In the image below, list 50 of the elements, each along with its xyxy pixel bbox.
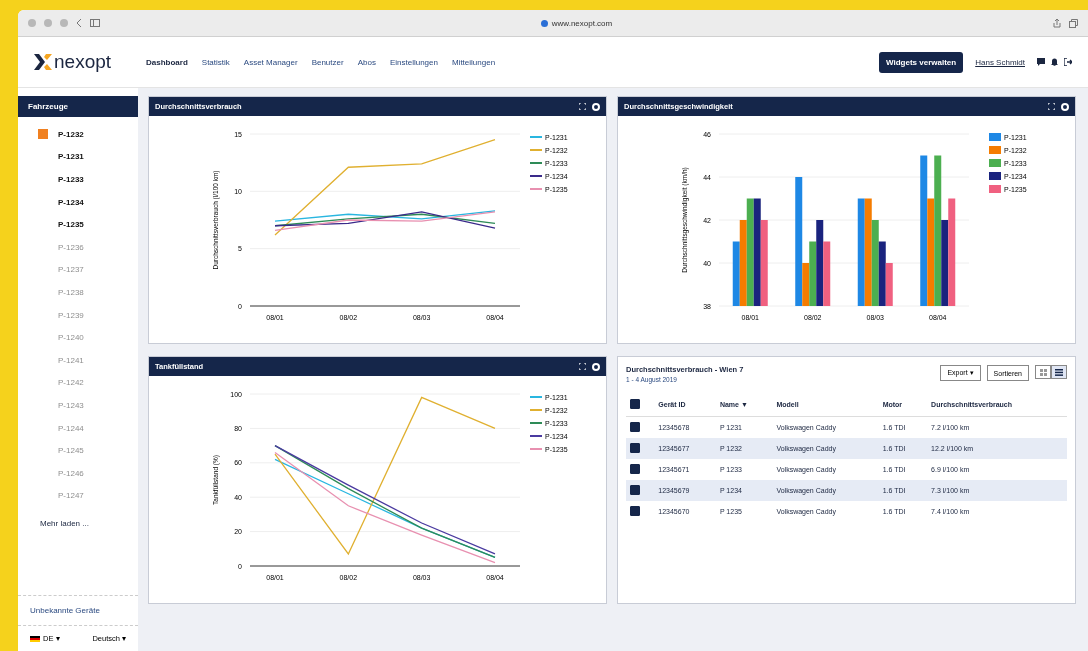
nav-link[interactable]: Statistik <box>201 57 230 67</box>
nav-link[interactable]: Mitteilungen <box>451 57 496 67</box>
tabs-icon[interactable] <box>1069 18 1078 28</box>
globe-icon <box>540 19 548 27</box>
vehicle-item[interactable]: P-1232 <box>38 123 138 146</box>
unknown-devices-link[interactable]: Unbekannte Geräte <box>30 606 100 615</box>
checkbox[interactable] <box>630 464 640 474</box>
checkbox[interactable] <box>630 485 640 495</box>
settings-icon[interactable] <box>1061 102 1069 111</box>
logo-icon <box>34 54 54 70</box>
bell-icon[interactable] <box>1051 58 1058 66</box>
chat-icon[interactable] <box>1037 58 1045 66</box>
logout-icon[interactable] <box>1064 58 1072 66</box>
vehicle-item[interactable]: P-1237 <box>38 258 138 282</box>
vehicle-item[interactable]: P-1243 <box>38 394 138 417</box>
vehicle-item[interactable]: P-1245 <box>38 439 138 462</box>
checkbox[interactable] <box>630 506 640 516</box>
nav-link[interactable]: Einstellungen <box>389 57 438 67</box>
vehicle-item[interactable]: P-1234 <box>38 190 138 214</box>
nav-link[interactable]: Dashboard <box>146 57 188 67</box>
nav-link[interactable]: Benutzer <box>311 57 344 67</box>
settings-icon[interactable] <box>592 102 600 111</box>
vehicle-item[interactable]: P-1238 <box>38 281 138 304</box>
url-text[interactable]: www.nexopt.com <box>551 18 613 28</box>
nav-link[interactable]: Abos <box>357 57 376 67</box>
expand-icon[interactable] <box>579 363 586 370</box>
share-icon[interactable] <box>1053 18 1061 28</box>
vehicle-item[interactable]: P-1233 <box>38 168 138 191</box>
vehicle-item[interactable]: P-1236 <box>38 235 138 259</box>
nav-link[interactable]: Asset Manager <box>243 57 298 67</box>
settings-icon[interactable] <box>592 362 600 371</box>
vehicle-item[interactable]: P-1246 <box>38 461 138 485</box>
expand-icon[interactable] <box>579 103 586 110</box>
user-link[interactable]: Hans Schmidt <box>975 57 1025 67</box>
sidebar-title: Fahrzeuge <box>18 96 138 117</box>
logo-text: nexopt <box>54 51 112 73</box>
list-icon <box>1055 368 1063 376</box>
back-icon[interactable] <box>76 19 82 27</box>
checkbox[interactable] <box>630 399 640 409</box>
list-view-button[interactable] <box>1051 365 1067 379</box>
expand-icon[interactable] <box>1048 103 1055 110</box>
sidebar-icon[interactable] <box>90 19 100 27</box>
checkbox[interactable] <box>630 443 640 453</box>
vehicle-item[interactable]: P-1231 <box>38 145 138 169</box>
grid-icon <box>1039 368 1047 376</box>
manage-widgets-button[interactable]: Widgets verwalten <box>879 51 964 73</box>
flag-icon <box>30 635 40 642</box>
checkbox[interactable] <box>630 422 640 432</box>
vehicle-item[interactable]: P-1235 <box>38 213 138 236</box>
load-more-link[interactable]: Mehr laden ... <box>18 507 138 595</box>
